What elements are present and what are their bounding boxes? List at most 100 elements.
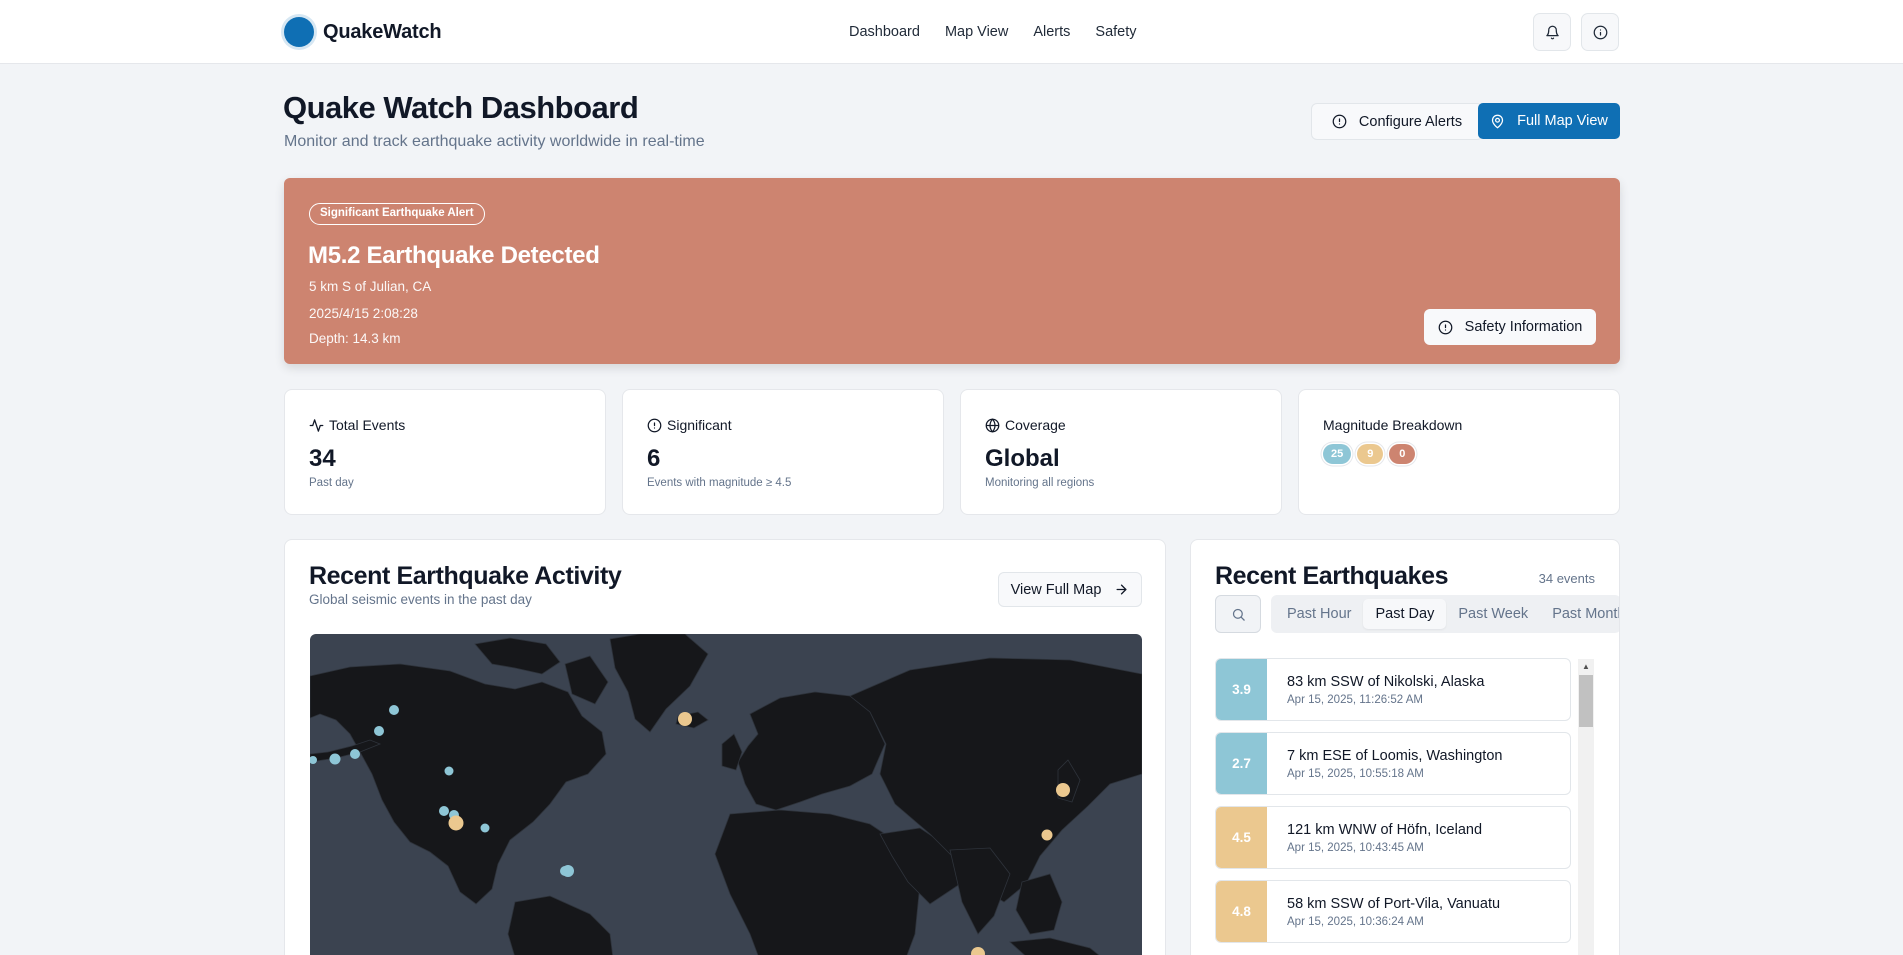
- scroll-up-arrow-icon[interactable]: ▲: [1578, 659, 1594, 673]
- configure-alerts-button[interactable]: Configure Alerts: [1311, 103, 1483, 140]
- quake-marker[interactable]: [350, 749, 360, 759]
- notifications-button[interactable]: [1533, 13, 1571, 51]
- search-button[interactable]: [1215, 595, 1261, 633]
- configure-alerts-label: Configure Alerts: [1358, 113, 1463, 130]
- list-item[interactable]: 2.7 7 km ESE of Loomis, Washington Apr 1…: [1215, 732, 1571, 795]
- quake-marker[interactable]: [439, 806, 449, 816]
- magnitude-badge: 4.5: [1216, 807, 1267, 868]
- stat-total-events: Total Events 34 Past day: [284, 389, 606, 515]
- recent-list-title: Recent Earthquakes: [1215, 562, 1449, 590]
- world-map-svg: [310, 634, 1142, 955]
- stat-label: Significant: [667, 417, 732, 433]
- landmass-europe: [737, 691, 886, 811]
- search-icon: [1232, 608, 1245, 621]
- view-full-map-label: View Full Map: [1010, 581, 1102, 598]
- stat-label: Total Events: [329, 417, 406, 433]
- stat-sub: Events with magnitude ≥ 4.5: [647, 477, 792, 489]
- info-icon: [1593, 25, 1607, 39]
- full-map-view-label: Full Map View: [1517, 113, 1608, 129]
- recent-activity-card: Recent Earthquake Activity Global seismi…: [284, 539, 1166, 955]
- map-card-subtitle: Global seismic events in the past day: [309, 592, 532, 607]
- view-full-map-button[interactable]: View Full Map: [998, 572, 1142, 607]
- list-scrollbar[interactable]: ▲: [1578, 659, 1594, 955]
- time-range-tabs: Past Hour Past Day Past Week Past Month: [1271, 595, 1619, 633]
- magnitude-badge: 4.8: [1216, 881, 1267, 942]
- brand[interactable]: QuakeWatch: [284, 17, 442, 47]
- earthquake-map[interactable]: [310, 634, 1142, 955]
- tab-past-day[interactable]: Past Day: [1363, 599, 1447, 629]
- stat-sub: Monitoring all regions: [985, 477, 1095, 489]
- pill-moderate-count: 9: [1357, 444, 1384, 464]
- arrow-right-icon: [1116, 584, 1127, 595]
- stat-label: Magnitude Breakdown: [1323, 417, 1463, 433]
- magnitude-badge: 2.7: [1216, 733, 1267, 794]
- landmass-africa: [714, 809, 921, 955]
- landmass-south-america: [507, 895, 614, 955]
- landmass-indonesia: [1009, 937, 1100, 955]
- quake-place: 83 km SSW of Nikolski, Alaska: [1287, 674, 1485, 690]
- magnitude-pills: 25 9 0: [1323, 444, 1416, 464]
- quakewatch-logo-icon: [284, 17, 314, 47]
- significant-alert-banner: Significant Earthquake Alert M5.2 Earthq…: [284, 178, 1620, 364]
- activity-icon: [309, 418, 324, 432]
- alert-badge: Significant Earthquake Alert: [309, 203, 485, 225]
- list-item[interactable]: 4.8 58 km SSW of Port-Vila, Vanuatu Apr …: [1215, 880, 1571, 943]
- nav-safety[interactable]: Safety: [1095, 24, 1136, 40]
- stat-magnitude-breakdown: Magnitude Breakdown 25 9 0: [1298, 389, 1620, 515]
- quake-marker[interactable]: [374, 726, 384, 736]
- quake-place: 58 km SSW of Port-Vila, Vanuatu: [1287, 896, 1501, 912]
- alert-title: M5.2 Earthquake Detected: [308, 242, 600, 269]
- list-item[interactable]: 4.5 121 km WNW of Höfn, Iceland Apr 15, …: [1215, 806, 1571, 869]
- stat-label-row: Significant: [647, 417, 732, 433]
- nav-map-view[interactable]: Map View: [945, 24, 1008, 40]
- quake-marker[interactable]: [1041, 829, 1053, 841]
- stat-label-row: Total Events: [309, 417, 405, 433]
- quake-place: 7 km ESE of Loomis, Washington: [1287, 748, 1503, 764]
- alert-circle-icon: [1332, 114, 1347, 129]
- quake-marker[interactable]: [444, 766, 454, 776]
- bell-icon: [1545, 25, 1559, 39]
- stat-label-row: Coverage: [985, 417, 1066, 433]
- main-nav: Dashboard Map View Alerts Safety: [849, 24, 1137, 40]
- tab-past-week[interactable]: Past Week: [1446, 599, 1540, 629]
- quake-marker[interactable]: [389, 705, 399, 715]
- quake-time: Apr 15, 2025, 10:43:45 AM: [1287, 842, 1424, 854]
- quake-time: Apr 15, 2025, 10:36:24 AM: [1287, 916, 1424, 928]
- brand-name: QuakeWatch: [323, 20, 442, 43]
- alert-circle-icon: [647, 418, 662, 432]
- stat-significant: Significant 6 Events with magnitude ≥ 4.…: [622, 389, 944, 515]
- top-navbar: QuakeWatch Dashboard Map View Alerts Saf…: [0, 0, 1903, 64]
- full-map-view-button[interactable]: Full Map View: [1478, 103, 1620, 139]
- magnitude-badge: 3.9: [1216, 659, 1267, 720]
- alert-time: 2025/4/15 2:08:28: [309, 306, 418, 321]
- list-item[interactable]: 3.9 83 km SSW of Nikolski, Alaska Apr 15…: [1215, 658, 1571, 721]
- quake-time: Apr 15, 2025, 11:26:52 AM: [1287, 694, 1423, 706]
- landmass-baffin: [564, 655, 609, 705]
- quake-place: 121 km WNW of Höfn, Iceland: [1287, 822, 1483, 838]
- nav-dashboard[interactable]: Dashboard: [849, 24, 920, 40]
- tab-past-month[interactable]: Past Month: [1540, 599, 1619, 629]
- landmass-se-asia: [1015, 873, 1063, 935]
- map-pin-icon: [1491, 114, 1504, 128]
- quake-marker[interactable]: [971, 947, 985, 955]
- nav-alerts[interactable]: Alerts: [1033, 24, 1070, 40]
- quake-marker[interactable]: [480, 823, 490, 833]
- scroll-thumb[interactable]: [1579, 675, 1593, 727]
- safety-information-label: Safety Information: [1464, 319, 1583, 335]
- quake-marker[interactable]: [560, 866, 570, 876]
- landmass-arctic-islands: [474, 637, 561, 675]
- quake-marker[interactable]: [1056, 783, 1070, 797]
- safety-information-button[interactable]: Safety Information: [1424, 309, 1596, 345]
- stat-value: Global: [985, 445, 1060, 472]
- quake-marker[interactable]: [448, 815, 464, 831]
- stat-sub: Past day: [309, 477, 354, 489]
- tab-past-hour[interactable]: Past Hour: [1275, 599, 1363, 629]
- info-button[interactable]: [1581, 13, 1619, 51]
- quake-marker[interactable]: [678, 712, 692, 726]
- map-card-title: Recent Earthquake Activity: [309, 562, 622, 590]
- page-subtitle: Monitor and track earthquake activity wo…: [284, 133, 705, 150]
- stat-label: Coverage: [1005, 417, 1066, 433]
- recent-list-count: 34 events: [1538, 571, 1595, 586]
- quake-marker[interactable]: [329, 753, 341, 765]
- stat-value: 34: [309, 445, 336, 472]
